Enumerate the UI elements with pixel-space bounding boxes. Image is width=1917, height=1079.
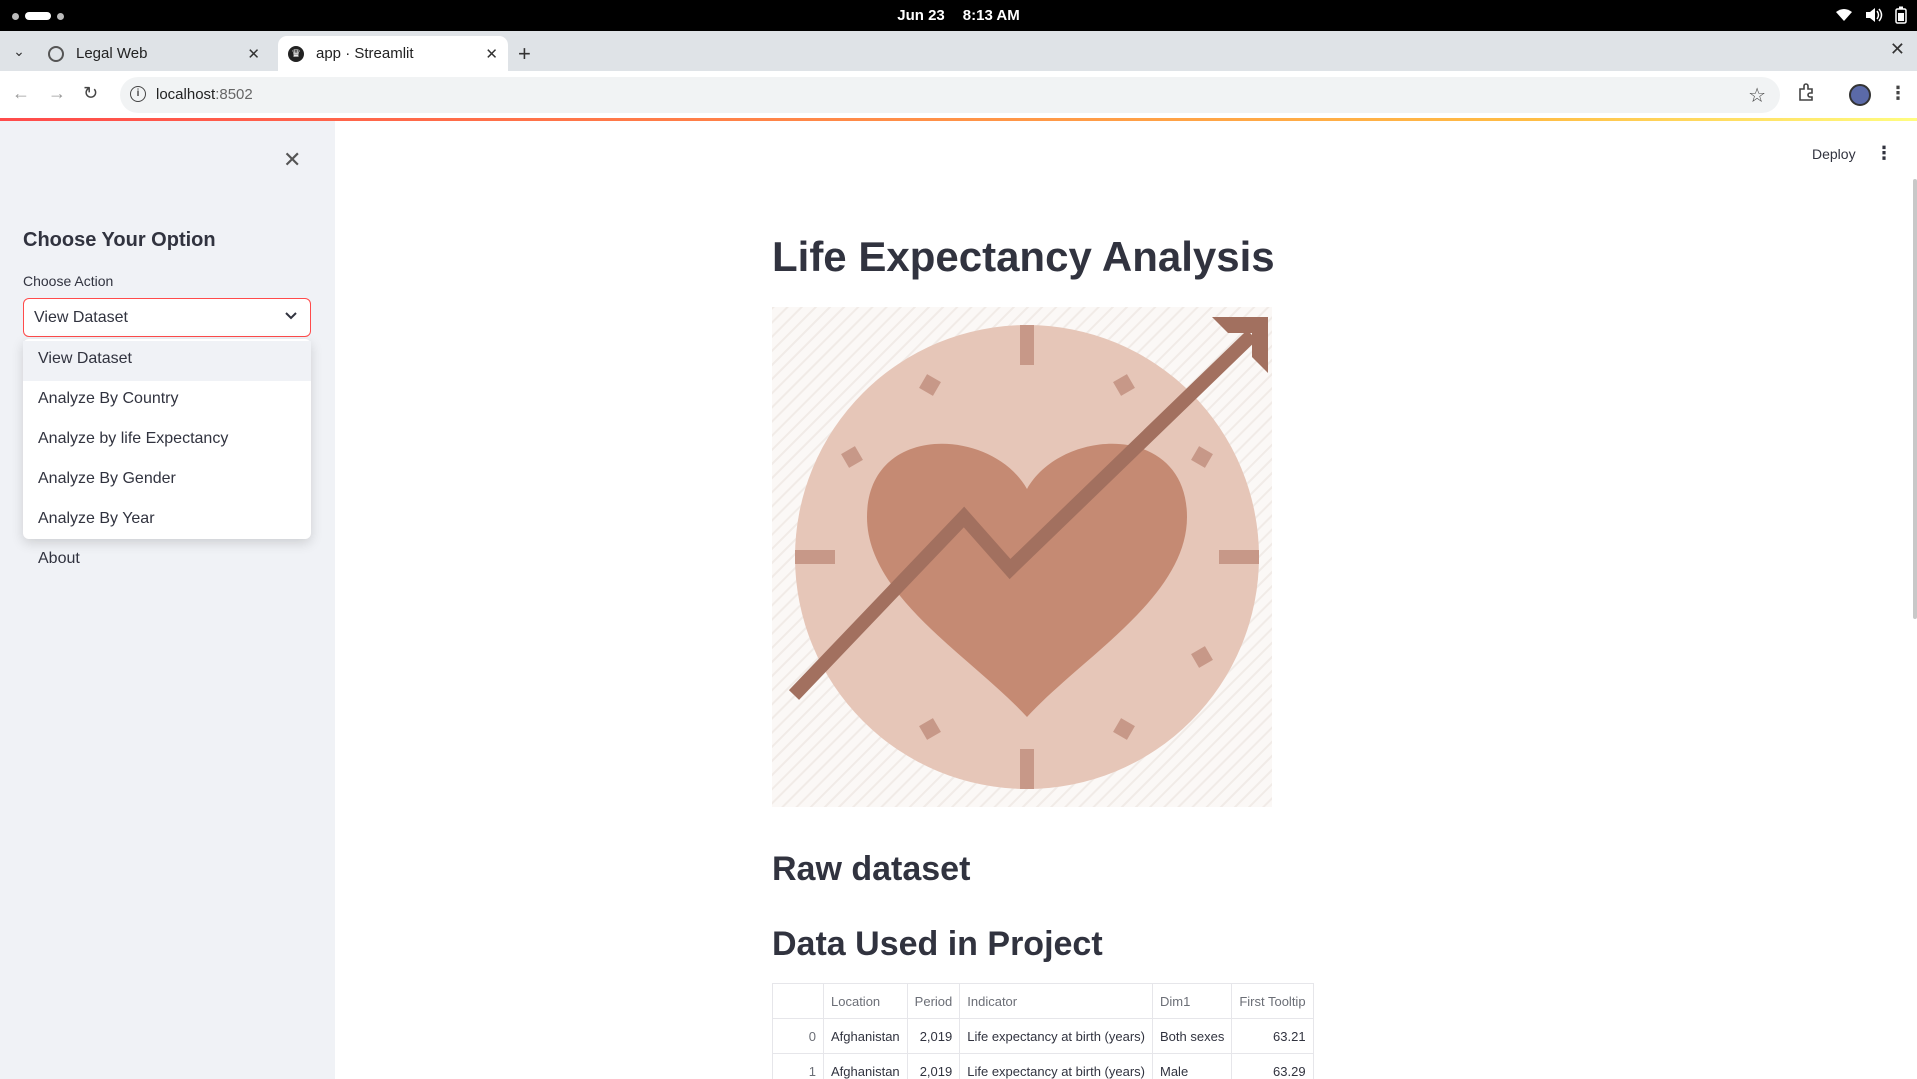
- cell-indicator[interactable]: Life expectancy at birth (years): [959, 1053, 1153, 1079]
- url-host: localhost: [156, 86, 216, 103]
- wifi-icon: [1835, 8, 1853, 26]
- cell-index[interactable]: 0: [772, 1018, 824, 1054]
- column-header-dim1[interactable]: Dim1: [1151, 983, 1233, 1019]
- forward-arrow-icon[interactable]: →: [48, 83, 66, 104]
- new-tab-icon[interactable]: +: [518, 41, 531, 67]
- os-top-bar: Jun 23 8:13 AM: [0, 0, 1917, 31]
- globe-icon: [48, 45, 64, 62]
- table-header-row: Location Period Indicator Dim1 First Too…: [772, 983, 1314, 1019]
- tab-search-chevron-icon[interactable]: ⌄: [6, 38, 32, 64]
- column-header-first-tooltip[interactable]: First Tooltip: [1231, 983, 1314, 1019]
- column-header-location[interactable]: Location: [823, 983, 908, 1019]
- section-data-used: Data Used in Project: [772, 925, 1103, 963]
- url-port: :8502: [215, 86, 253, 103]
- life-expectancy-heart-image: [772, 307, 1272, 807]
- option-analyze-by-year[interactable]: Analyze By Year: [23, 501, 311, 541]
- cell-period[interactable]: 2,019: [906, 1018, 961, 1054]
- dataset-table[interactable]: Location Period Indicator Dim1 First Too…: [772, 983, 1314, 1079]
- page-title: Life Expectancy Analysis: [772, 233, 1275, 280]
- section-raw-dataset: Raw dataset: [772, 850, 971, 888]
- cell-first-tooltip[interactable]: 63.21: [1231, 1018, 1314, 1054]
- cell-first-tooltip[interactable]: 63.29: [1231, 1053, 1314, 1079]
- site-info-icon[interactable]: i: [130, 86, 146, 102]
- option-analyze-by-life-expectancy[interactable]: Analyze by life Expectancy: [23, 421, 311, 461]
- tab-streamlit-app[interactable]: ♛ app · Streamlit ✕: [278, 36, 508, 71]
- reload-icon[interactable]: ↻: [83, 83, 98, 104]
- option-view-dataset[interactable]: View Dataset: [23, 341, 311, 381]
- profile-avatar[interactable]: [1849, 84, 1871, 106]
- browser-tab-strip: ⌄ Legal Web ✕ ♛ app · Streamlit ✕ + ✕: [0, 31, 1917, 71]
- deploy-button[interactable]: Deploy: [1812, 146, 1856, 162]
- table-row: 0 Afghanistan 2,019 Life expectancy at b…: [772, 1018, 1314, 1054]
- cell-indicator[interactable]: Life expectancy at birth (years): [959, 1018, 1153, 1054]
- select-value: View Dataset: [34, 309, 128, 326]
- sidebar: ✕ Choose Your Option Choose Action View …: [0, 121, 335, 1079]
- app-menu-icon[interactable]: ⋮: [1875, 143, 1893, 164]
- scrollbar[interactable]: [1913, 179, 1917, 619]
- column-header-indicator[interactable]: Indicator: [959, 983, 1153, 1019]
- column-header-index[interactable]: [772, 983, 824, 1019]
- tab-legal-web[interactable]: Legal Web ✕: [38, 36, 270, 71]
- option-analyze-by-country[interactable]: Analyze By Country: [23, 381, 311, 421]
- tab-label: app · Streamlit: [316, 45, 414, 62]
- address-bar[interactable]: i localhost:8502 ☆: [120, 77, 1780, 113]
- extensions-puzzle-icon[interactable]: [1798, 83, 1816, 106]
- chevron-down-icon: [284, 308, 298, 325]
- cell-period[interactable]: 2,019: [906, 1053, 961, 1079]
- cell-dim1[interactable]: Both sexes: [1151, 1018, 1233, 1054]
- choose-action-select[interactable]: View Dataset: [23, 298, 311, 337]
- cell-location[interactable]: Afghanistan: [823, 1018, 908, 1054]
- tab-close-icon[interactable]: ✕: [247, 45, 260, 63]
- streamlit-icon: ♛: [288, 45, 304, 62]
- sidebar-close-icon[interactable]: ✕: [283, 147, 301, 173]
- sidebar-title: Choose Your Option: [23, 229, 216, 251]
- choose-action-dropdown: View Dataset Analyze By Country Analyze …: [23, 339, 311, 567]
- os-date: Jun 23: [897, 7, 945, 24]
- window-close-icon[interactable]: ✕: [1890, 39, 1905, 60]
- browser-toolbar: ← → ↻ i localhost:8502 ☆ ⋮: [0, 71, 1917, 119]
- tab-close-icon[interactable]: ✕: [485, 45, 498, 63]
- browser-menu-icon[interactable]: ⋮: [1889, 83, 1907, 104]
- option-analyze-by-gender[interactable]: Analyze By Gender: [23, 461, 311, 501]
- cell-dim1[interactable]: Male: [1151, 1053, 1233, 1079]
- volume-icon: [1865, 7, 1883, 27]
- battery-icon: [1895, 6, 1907, 28]
- back-arrow-icon[interactable]: ←: [12, 83, 30, 104]
- column-header-period[interactable]: Period: [906, 983, 961, 1019]
- url-text: localhost:8502: [156, 86, 253, 103]
- main-content: Deploy ⋮ Life Expectancy Analysis Raw da…: [335, 121, 1917, 1079]
- select-label: Choose Action: [23, 273, 114, 289]
- table-row: 1 Afghanistan 2,019 Life expectancy at b…: [772, 1053, 1314, 1079]
- tab-label: Legal Web: [76, 45, 148, 62]
- os-clock[interactable]: Jun 23 8:13 AM: [0, 7, 1917, 24]
- system-tray[interactable]: [1835, 6, 1907, 28]
- bookmark-star-icon[interactable]: ☆: [1748, 83, 1766, 108]
- cell-index[interactable]: 1: [772, 1053, 824, 1079]
- option-about[interactable]: About: [23, 541, 311, 581]
- cell-location[interactable]: Afghanistan: [823, 1053, 908, 1079]
- os-time: 8:13 AM: [962, 7, 1020, 24]
